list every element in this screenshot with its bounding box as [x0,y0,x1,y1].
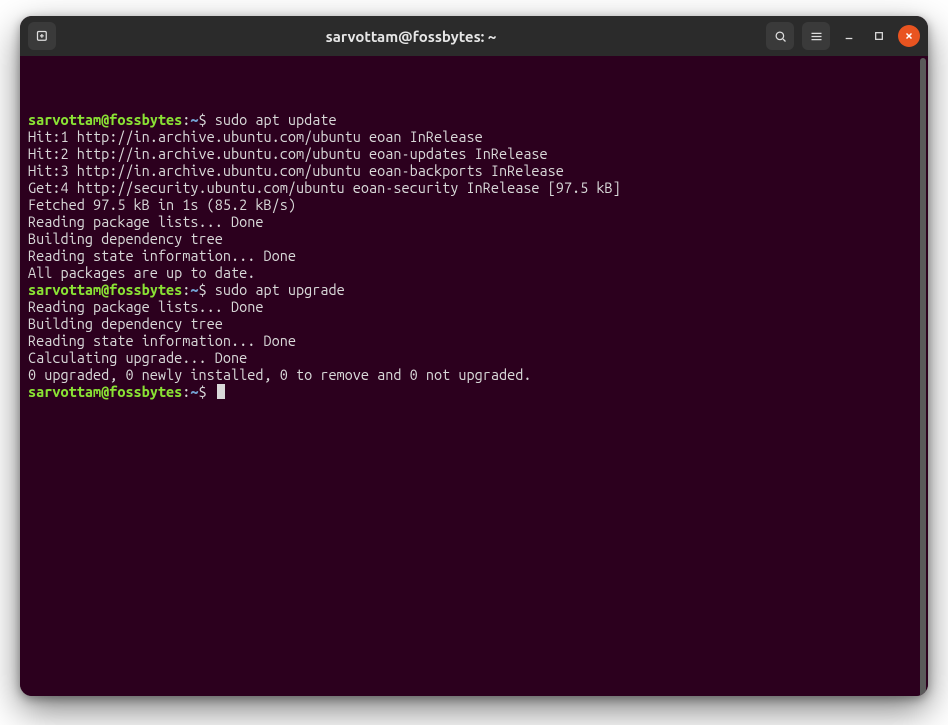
output-line: Building dependency tree [28,315,928,332]
prompt-symbol: $ [199,111,215,128]
output-line: Reading state information... Done [28,332,928,349]
output-line: Building dependency tree [28,230,928,247]
prompt-user: sarvottam@fossbytes [28,111,182,128]
output-line: Reading package lists... Done [28,298,928,315]
output-line: Reading state information... Done [28,247,928,264]
titlebar: sarvottam@fossbytes: ~ [20,16,928,56]
command-text: sudo apt upgrade [215,281,345,298]
output-line: Get:4 http://security.ubuntu.com/ubuntu … [28,179,928,196]
prompt-symbol: $ [199,383,215,400]
terminal-window: sarvottam@fossbytes: ~ [20,16,928,696]
prompt-line: sarvottam@fossbytes:~$ sudo apt upgrade [28,281,928,298]
output-line: 0 upgraded, 0 newly installed, 0 to remo… [28,366,928,383]
prompt-line: sarvottam@fossbytes:~$ [28,383,928,400]
output-line: All packages are up to date. [28,264,928,281]
output-line: Calculating upgrade... Done [28,349,928,366]
command-text: sudo apt update [215,111,337,128]
scrollbar[interactable] [920,58,926,696]
cursor [217,384,225,399]
terminal-body[interactable]: sarvottam@fossbytes:~$ sudo apt updateHi… [20,56,928,696]
prompt-path: ~ [190,281,198,298]
minimize-button[interactable] [838,25,860,47]
new-tab-button[interactable] [28,22,56,50]
output-line: Reading package lists... Done [28,213,928,230]
close-button[interactable] [898,25,920,47]
output-line: Hit:3 http://in.archive.ubuntu.com/ubunt… [28,162,928,179]
prompt-user: sarvottam@fossbytes [28,281,182,298]
prompt-path: ~ [190,383,198,400]
prompt-path: ~ [190,111,198,128]
output-line: Hit:2 http://in.archive.ubuntu.com/ubunt… [28,145,928,162]
output-line: Hit:1 http://in.archive.ubuntu.com/ubunt… [28,128,928,145]
menu-button[interactable] [802,22,830,50]
output-line: Fetched 97.5 kB in 1s (85.2 kB/s) [28,196,928,213]
window-title: sarvottam@fossbytes: ~ [326,28,497,45]
prompt-line: sarvottam@fossbytes:~$ sudo apt update [28,111,928,128]
prompt-user: sarvottam@fossbytes [28,383,182,400]
prompt-symbol: $ [199,281,215,298]
search-button[interactable] [766,22,794,50]
maximize-button[interactable] [868,25,890,47]
